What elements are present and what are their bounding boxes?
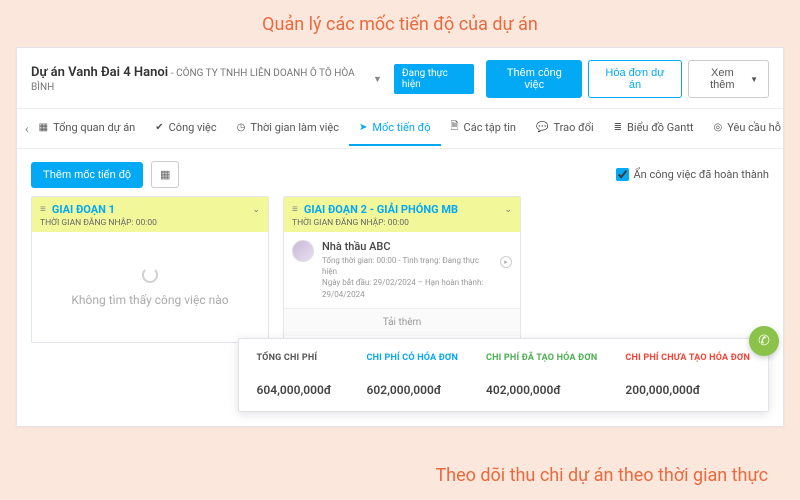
- status-badge[interactable]: Đang thực hiện: [394, 64, 474, 94]
- banner-top: Quản lý các mốc tiến độ của dự án: [0, 0, 800, 47]
- milestone-board: ≡ GIAI ĐOẠN 1 THỜI GIAN ĐĂNG NHẬP: 00:00…: [17, 196, 783, 343]
- location-icon: ➤: [359, 122, 367, 133]
- avatar: [292, 240, 314, 262]
- task-meta: Tổng thời gian: 00:00 - Tình trạng: Đang…: [322, 255, 492, 300]
- chat-icon: 💬: [536, 122, 548, 133]
- spinner-icon: [142, 267, 158, 283]
- tab-bar: ‹ ▦Tổng quan dự án ✔Công việc ◷Thời gian…: [17, 108, 783, 149]
- chevron-down-icon[interactable]: ⌄: [504, 205, 512, 215]
- add-milestone-button[interactable]: Thêm mốc tiến độ: [31, 162, 143, 188]
- task-title: Nhà thầu ABC: [322, 240, 492, 253]
- column-header[interactable]: ≡ GIAI ĐOẠN 1 THỜI GIAN ĐĂNG NHẬP: 00:00…: [32, 197, 268, 232]
- check-icon: ✔: [155, 122, 163, 133]
- cost-summary-panel: TỔNG CHI PHÍ 604,000,000đ CHI PHÍ CÓ HÓA…: [238, 338, 769, 412]
- list-view-button[interactable]: ▦: [151, 161, 179, 188]
- banner-bottom: Theo dõi thu chi dự án theo thời gian th…: [435, 465, 768, 486]
- tab-files[interactable]: 🗎Các tập tin: [441, 109, 527, 148]
- cost-not-invoiced: CHI PHÍ CHƯA TẠO HÓA ĐƠN 200,000,000đ: [625, 353, 750, 397]
- clock-icon: ◷: [237, 122, 246, 133]
- project-title: Dự án Vanh Đai 4 Hanoi - CÔNG TY TNHH LI…: [31, 65, 365, 93]
- hide-completed-checkbox[interactable]: Ẩn công việc đã hoàn thành: [616, 168, 770, 181]
- project-dropdown-caret[interactable]: ▼: [373, 74, 382, 85]
- cost-total: TỔNG CHI PHÍ 604,000,000đ: [257, 353, 339, 397]
- drag-handle-icon[interactable]: ≡: [292, 204, 298, 215]
- column-login-time: THỜI GIAN ĐĂNG NHẬP: 00:00: [40, 218, 260, 228]
- file-icon: 🗎: [451, 119, 459, 136]
- chevron-down-icon[interactable]: ⌄: [252, 205, 260, 215]
- column-body-empty: Không tìm thấy công việc nào: [32, 232, 268, 342]
- column-login-time: THỜI GIAN ĐĂNG NHẬP: 00:00: [292, 218, 512, 228]
- tab-tasks[interactable]: ✔Công việc: [145, 111, 226, 146]
- project-invoice-button[interactable]: Hóa đơn dự án: [588, 60, 681, 98]
- empty-message: Không tìm thấy công việc nào: [71, 293, 228, 307]
- load-more-button[interactable]: Tải thêm: [284, 309, 520, 336]
- lifebuoy-icon: ◎: [714, 122, 723, 133]
- phone-icon: ✆: [758, 333, 770, 349]
- column-header[interactable]: ≡ GIAI ĐOẠN 2 - GIẢI PHÓNG MB THỜI GIAN …: [284, 197, 520, 232]
- app-window: Dự án Vanh Đai 4 Hanoi - CÔNG TY TNHH LI…: [16, 47, 784, 427]
- add-task-button[interactable]: Thêm công việc: [486, 60, 582, 98]
- column-title: GIAI ĐOẠN 1: [52, 203, 115, 216]
- milestone-toolbar: Thêm mốc tiến độ ▦ Ẩn công việc đã hoàn …: [17, 149, 783, 196]
- project-header: Dự án Vanh Đai 4 Hanoi - CÔNG TY TNHH LI…: [17, 48, 783, 108]
- milestone-column: ≡ GIAI ĐOẠN 2 - GIẢI PHÓNG MB THỜI GIAN …: [283, 196, 521, 343]
- cost-invoiced: CHI PHÍ CÓ HÓA ĐƠN 602,000,000đ: [367, 353, 458, 397]
- grid-icon: ▦: [39, 122, 48, 133]
- more-button[interactable]: Xem thêm ▼: [688, 60, 769, 98]
- milestone-column: ≡ GIAI ĐOẠN 1 THỜI GIAN ĐĂNG NHẬP: 00:00…: [31, 196, 269, 343]
- task-card[interactable]: Nhà thầu ABC Tổng thời gian: 00:00 - Tìn…: [284, 232, 520, 309]
- help-fab[interactable]: ✆: [749, 326, 779, 356]
- tab-support[interactable]: ◎Yêu cầu hỗ trợ: [704, 111, 783, 146]
- tab-overview[interactable]: ▦Tổng quan dự án: [29, 111, 146, 146]
- cost-created-invoice: CHI PHÍ ĐÃ TẠO HÓA ĐƠN 402,000,000đ: [486, 353, 597, 397]
- hide-completed-input[interactable]: [616, 168, 629, 181]
- tab-gantt[interactable]: ≣Biểu đồ Gantt: [604, 111, 704, 146]
- tab-timesheet[interactable]: ◷Thời gian làm việc: [227, 111, 349, 146]
- project-name: Dự án Vanh Đai 4 Hanoi: [31, 65, 168, 80]
- drag-handle-icon[interactable]: ≡: [40, 204, 46, 215]
- column-title: GIAI ĐOẠN 2 - GIẢI PHÓNG MB: [304, 203, 458, 216]
- card-details-icon[interactable]: ▸: [500, 256, 512, 268]
- tab-milestones[interactable]: ➤Mốc tiến độ: [349, 111, 441, 146]
- chevron-down-icon: ▼: [750, 75, 758, 84]
- tab-discuss[interactable]: 💬Trao đổi: [526, 111, 604, 146]
- gantt-icon: ≣: [614, 122, 622, 133]
